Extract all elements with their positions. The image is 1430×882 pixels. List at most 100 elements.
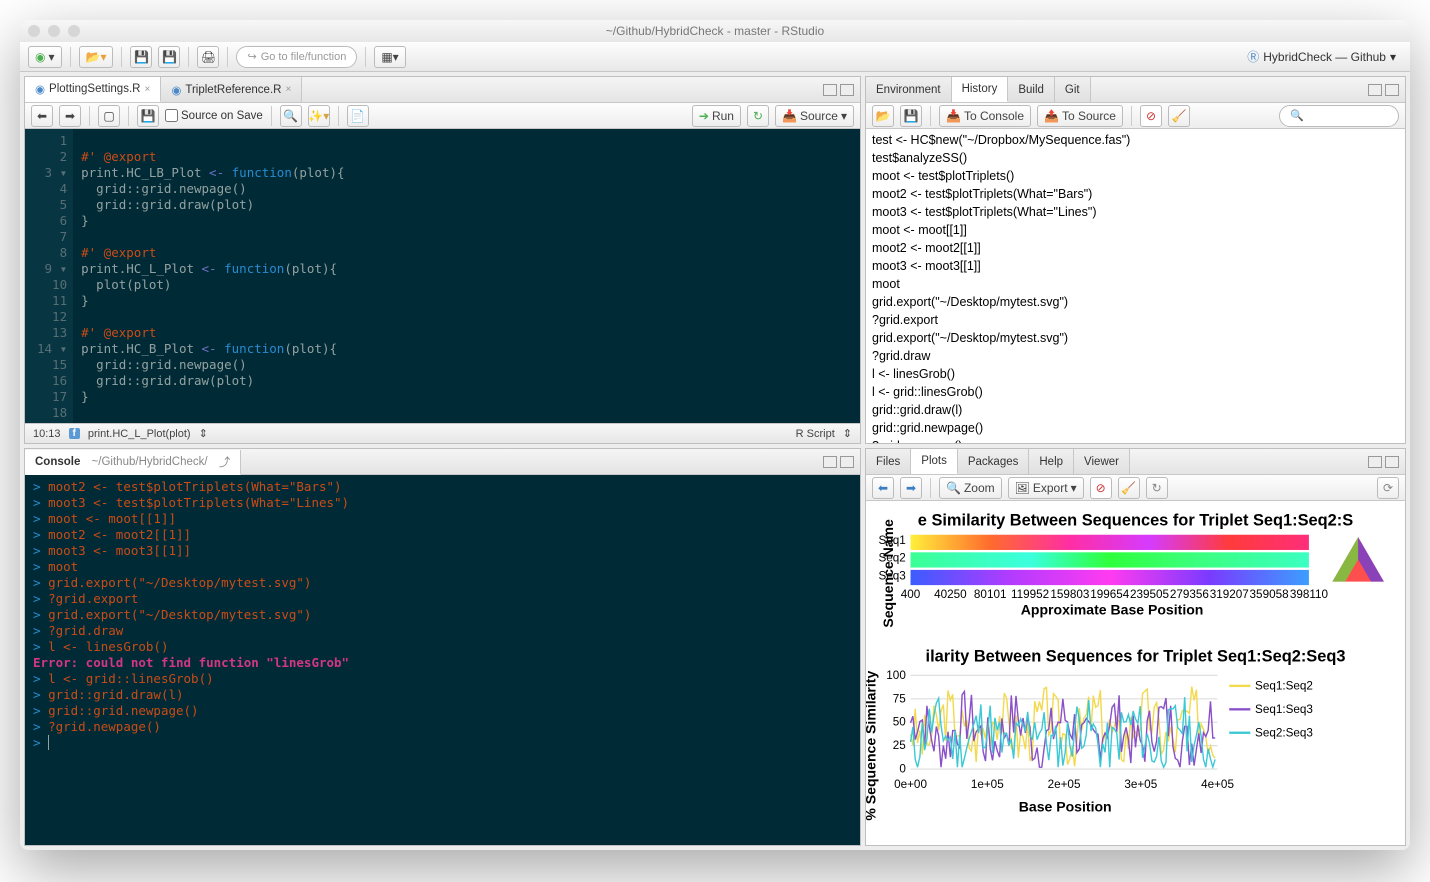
goto-file-input[interactable]: ↪ Go to file/function <box>236 46 357 68</box>
chart1-xlabel: Approximate Base Position <box>1021 601 1204 617</box>
clear-plots-button[interactable]: 🧹 <box>1118 477 1140 499</box>
remove-plot-button[interactable]: ⊘ <box>1090 477 1112 499</box>
tab-plottingsettings-r[interactable]: ◉PlottingSettings.R × <box>25 77 161 102</box>
refresh-plot-button[interactable]: ↻ <box>1146 477 1168 499</box>
history-entry[interactable]: grid.export("~/Desktop/mytest.svg") <box>872 293 1399 311</box>
compile-report-button[interactable]: 📄 <box>347 105 369 127</box>
env-tabbar: EnvironmentHistoryBuildGit <box>866 77 1405 103</box>
maximize-pane-button[interactable] <box>840 84 854 96</box>
history-entry[interactable]: moot <- test$plotTriplets() <box>872 167 1399 185</box>
find-button[interactable]: 🔍 <box>280 105 302 127</box>
tab-files[interactable]: Files <box>866 449 911 474</box>
publish-plot-button[interactable]: ⟳ <box>1377 477 1399 499</box>
maximize-pane-button[interactable] <box>840 456 854 468</box>
history-entry[interactable]: grid::grid.draw(l) <box>872 401 1399 419</box>
plot-next-button[interactable]: ➡ <box>900 477 922 499</box>
clear-history-button[interactable]: 🧹 <box>1168 105 1190 127</box>
tab-viewer[interactable]: Viewer <box>1074 449 1130 474</box>
window-title: ~/Github/HybridCheck - master - RStudio <box>606 24 824 38</box>
minimize-pane-button[interactable] <box>1368 84 1382 96</box>
rerun-button[interactable]: ↻ <box>747 105 769 127</box>
language-mode[interactable]: R Script <box>796 428 835 440</box>
tab-environment[interactable]: Environment <box>866 77 952 102</box>
history-entry[interactable]: moot3 <- moot3[[1]] <box>872 257 1399 275</box>
history-entry[interactable]: ?grid.export <box>872 311 1399 329</box>
history-entry[interactable]: test <- HC$new("~/Dropbox/MySequence.fas… <box>872 131 1399 149</box>
source-statusbar: 10:13 f print.HC_L_Plot(plot) ⇕ R Script… <box>25 423 860 443</box>
svg-text:0e+00: 0e+00 <box>894 778 927 791</box>
history-entry[interactable]: l <- linesGrob() <box>872 365 1399 383</box>
console-path: ~/Github/HybridCheck/ <box>92 456 208 468</box>
close-icon[interactable]: × <box>144 84 150 95</box>
print-button[interactable]: 🖨 <box>197 46 219 68</box>
show-in-new-window-button[interactable]: ▢ <box>98 105 120 127</box>
maximize-pane-button[interactable] <box>1385 84 1399 96</box>
source-on-save-checkbox[interactable]: Source on Save <box>165 109 263 122</box>
plot-prev-button[interactable]: ⬅ <box>872 477 894 499</box>
line-gutter: 1 2 3 ▾ 4 5 6 7 8 9 ▾ 10 11 12 13 14 ▾ 1… <box>25 129 73 423</box>
plots-toolbar: ⬅ ➡ 🔍Zoom 🖼Export▾ ⊘ 🧹 ↻ ⟳ <box>866 475 1405 501</box>
history-entry[interactable]: ?grid.newpage() <box>872 437 1399 443</box>
tab-git[interactable]: Git <box>1055 77 1091 102</box>
back-button[interactable]: ⬅ <box>31 105 53 127</box>
open-file-button[interactable]: 📂▾ <box>79 46 114 68</box>
maximize-pane-button[interactable] <box>1385 456 1399 468</box>
console-popout-icon[interactable]: ⤴ <box>219 454 231 470</box>
run-button[interactable]: ➔Run <box>692 105 741 127</box>
minimize-pane-button[interactable] <box>1368 456 1382 468</box>
save-source-button[interactable]: 💾 <box>137 105 159 127</box>
history-search[interactable]: 🔍 <box>1279 105 1399 127</box>
chart1-title: e Similarity Between Sequences for Tripl… <box>918 511 1353 529</box>
source-button[interactable]: 📥Source▾ <box>775 105 854 127</box>
save-button[interactable]: 💾 <box>130 46 152 68</box>
zoom-icon[interactable] <box>68 25 80 37</box>
export-button[interactable]: 🖼Export▾ <box>1008 477 1084 499</box>
pane-grid: ◉PlottingSettings.R ×◉TripletReference.R… <box>20 72 1410 850</box>
history-list[interactable]: test <- HC$new("~/Dropbox/MySequence.fas… <box>866 129 1405 443</box>
tab-console[interactable]: Console ~/Github/HybridCheck/ ⤴ <box>25 450 241 475</box>
svg-text:239505: 239505 <box>1130 588 1170 601</box>
tab-build[interactable]: Build <box>1008 77 1055 102</box>
load-history-button[interactable]: 📂 <box>872 105 894 127</box>
svg-text:Seq2: Seq2 <box>878 552 905 565</box>
code-body[interactable]: #' @export print.HC_LB_Plot <- function(… <box>73 129 450 423</box>
history-entry[interactable]: moot <box>872 275 1399 293</box>
history-entry[interactable]: moot <- moot[[1]] <box>872 221 1399 239</box>
history-entry[interactable]: moot2 <- moot2[[1]] <box>872 239 1399 257</box>
zoom-button[interactable]: 🔍Zoom <box>939 477 1002 499</box>
console-body[interactable]: > moot2 <- test$plotTriplets(What="Bars"… <box>25 475 860 845</box>
history-entry[interactable]: test$analyzeSS() <box>872 149 1399 167</box>
addins-button[interactable]: ▦▾ <box>374 46 405 68</box>
forward-button[interactable]: ➡ <box>59 105 81 127</box>
to-source-button[interactable]: 📤To Source <box>1037 105 1123 127</box>
to-console-button[interactable]: 📥To Console <box>939 105 1031 127</box>
code-editor[interactable]: 1 2 3 ▾ 4 5 6 7 8 9 ▾ 10 11 12 13 14 ▾ 1… <box>25 129 860 423</box>
save-all-button[interactable]: 💾 <box>158 46 180 68</box>
tab-packages[interactable]: Packages <box>958 449 1030 474</box>
console-pane: Console ~/Github/HybridCheck/ ⤴ > moot2 … <box>24 448 861 846</box>
history-entry[interactable]: grid::grid.newpage() <box>872 419 1399 437</box>
history-entry[interactable]: moot3 <- test$plotTriplets(What="Lines") <box>872 203 1399 221</box>
project-menu[interactable]: Ⓡ HybridCheck — Github ▾ <box>1241 48 1402 65</box>
tab-history[interactable]: History <box>952 77 1009 102</box>
tab-tripletreference-r[interactable]: ◉TripletReference.R × <box>161 77 302 102</box>
tab-help[interactable]: Help <box>1029 449 1074 474</box>
close-icon[interactable] <box>28 25 40 37</box>
remove-entry-button[interactable]: ⊘ <box>1140 105 1162 127</box>
svg-text:279356: 279356 <box>1170 588 1209 601</box>
history-entry[interactable]: ?grid.draw <box>872 347 1399 365</box>
code-tools-button[interactable]: ✨▾ <box>308 105 330 127</box>
tab-plots[interactable]: Plots <box>911 449 958 474</box>
save-history-button[interactable]: 💾 <box>900 105 922 127</box>
new-file-button[interactable]: ◉▾ <box>28 46 62 68</box>
minimize-pane-button[interactable] <box>823 84 837 96</box>
minimize-pane-button[interactable] <box>823 456 837 468</box>
history-entry[interactable]: grid.export("~/Desktop/mytest.svg") <box>872 329 1399 347</box>
current-function[interactable]: print.HC_L_Plot(plot) <box>88 428 191 440</box>
history-entry[interactable]: l <- grid::linesGrob() <box>872 383 1399 401</box>
minimize-icon[interactable] <box>48 25 60 37</box>
close-icon[interactable]: × <box>285 84 291 95</box>
svg-text:100: 100 <box>886 669 906 682</box>
svg-text:Seq1:Seq3: Seq1:Seq3 <box>1255 703 1313 716</box>
history-entry[interactable]: moot2 <- test$plotTriplets(What="Bars") <box>872 185 1399 203</box>
